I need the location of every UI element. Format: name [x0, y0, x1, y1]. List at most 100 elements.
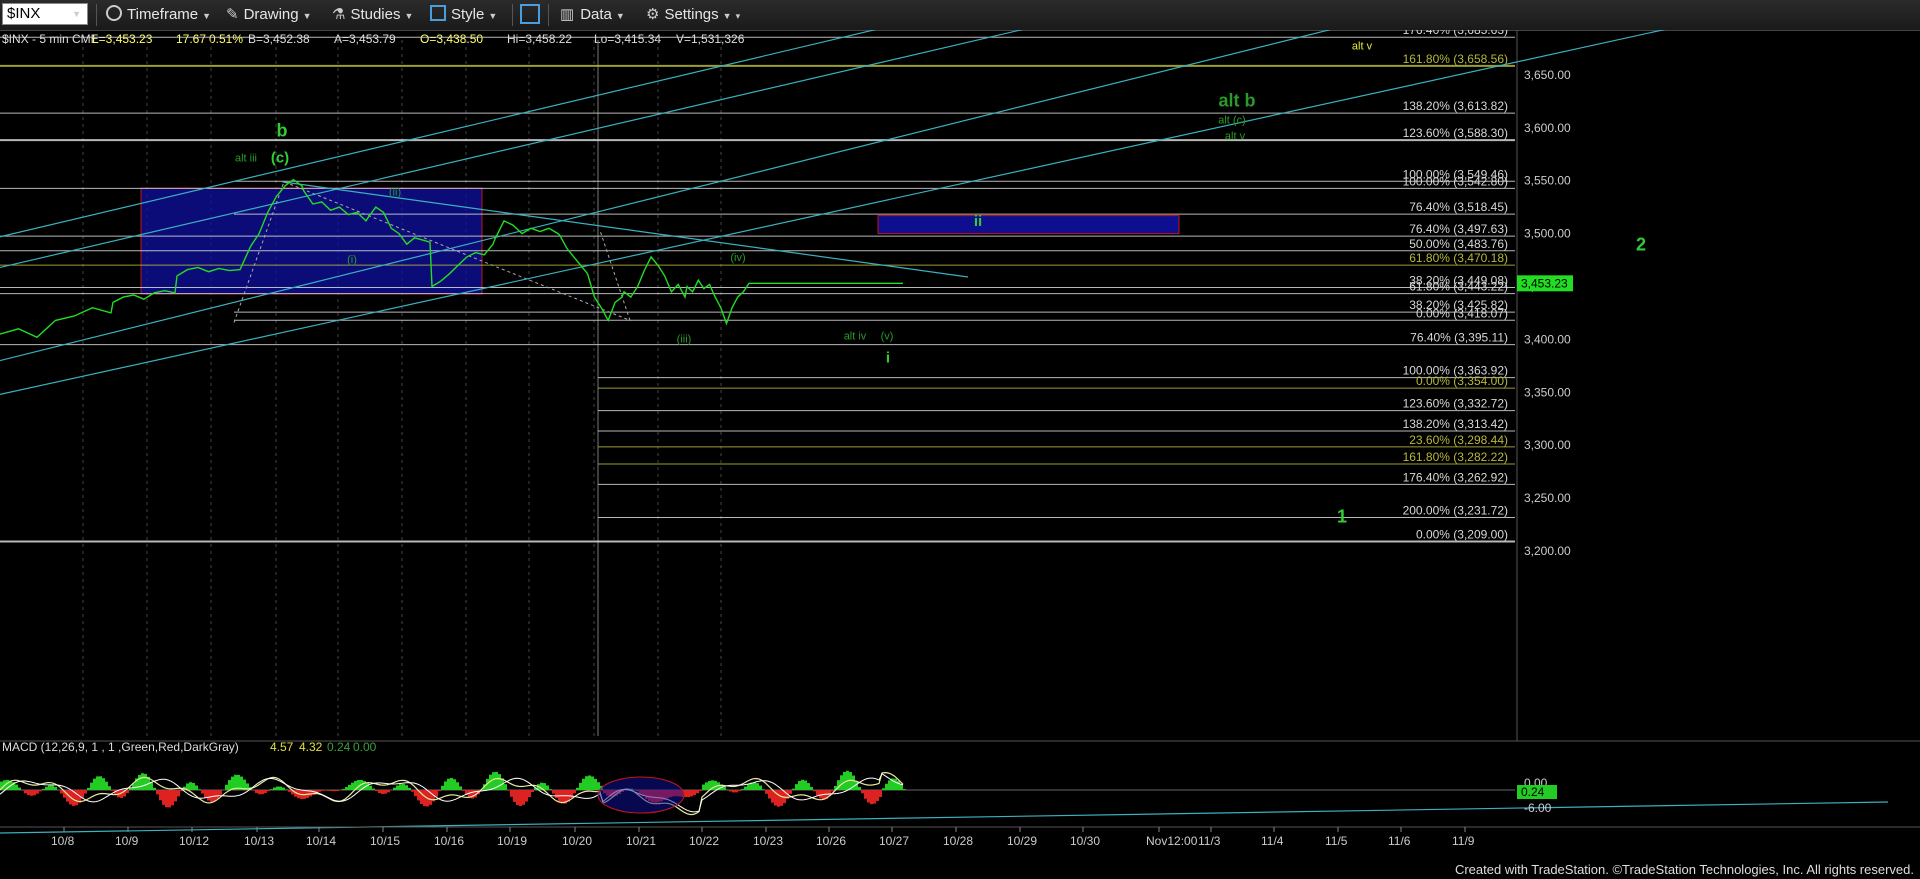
price-tick-label: 3,550.00: [1524, 174, 1571, 188]
header-high: Hi=3,458.22: [507, 32, 572, 46]
toolbar-divider: [96, 4, 97, 26]
macd-histogram-bar: [30, 790, 33, 796]
macd-histogram-bar: [357, 779, 360, 790]
wave-label: b: [277, 120, 288, 140]
macd-histogram-bar: [510, 790, 513, 797]
fib-label: 176.40% (3,262.92): [1403, 470, 1508, 484]
macd-histogram-bar: [591, 776, 594, 790]
macd-histogram-bar: [555, 790, 558, 799]
time-tick-label: 10/9: [115, 834, 139, 848]
macd-histogram-bar: [456, 782, 459, 790]
symbol-text: $INX: [7, 5, 41, 22]
timeframe-label: Timeframe: [127, 6, 199, 23]
time-tick-label: 11/9: [1452, 834, 1475, 848]
header-symbol: $INX - 5 min CME: [2, 32, 99, 46]
macd-histogram-bar: [729, 790, 732, 792]
macd-histogram-bar: [51, 785, 54, 790]
macd-histogram-bar: [840, 775, 843, 790]
style-menu[interactable]: Style ▼: [430, 4, 497, 26]
macd-histogram-bar: [18, 787, 21, 790]
macd-histogram-bar: [687, 790, 690, 798]
studies-menu[interactable]: ⚗ Studies ▼: [332, 4, 413, 26]
fib-label: 76.40% (3,497.63): [1409, 222, 1508, 236]
macd-value: 0.24: [327, 740, 351, 754]
macd-histogram-bar: [759, 785, 762, 790]
drawing-menu[interactable]: ✎ Drawing ▼: [226, 4, 312, 26]
macd-histogram-bar: [252, 790, 255, 791]
time-tick-label: 10/16: [434, 834, 464, 848]
time-tick-label: 10/13: [244, 834, 274, 848]
macd-histogram-bar: [225, 784, 228, 790]
macd-histogram-bar: [267, 790, 270, 792]
fib-label: 176.40% (3,685.63): [1403, 30, 1508, 37]
time-tick-label: 10/15: [370, 834, 400, 848]
fib-label: 100.00% (3,542.80): [1403, 174, 1508, 188]
macd-histogram-bar: [393, 787, 396, 790]
macd-histogram-bar: [108, 786, 111, 790]
macd-value: 4.57: [270, 740, 294, 754]
time-tick-label: 10/28: [943, 834, 973, 848]
macd-histogram-bar: [744, 786, 747, 790]
time-tick-label: 10/14: [306, 834, 336, 848]
macd-histogram-bar: [588, 775, 591, 790]
macd-histogram-bar: [60, 790, 63, 794]
macd-histogram-bar: [75, 790, 78, 806]
wave-label: alt b: [1218, 91, 1255, 111]
data-menu[interactable]: ▥ Data ▼: [560, 4, 625, 26]
macd-histogram-bar: [219, 790, 222, 795]
time-tick-label: 10/8: [51, 834, 75, 848]
timeframe-menu[interactable]: Timeframe ▼: [106, 4, 211, 26]
macd-histogram-bar: [216, 790, 219, 799]
macd-histogram-bar: [414, 790, 417, 797]
wave-label: alt (c): [1218, 115, 1246, 127]
bar-chart-icon: ▥: [560, 6, 575, 23]
symbol-input[interactable]: $INX ▼: [2, 3, 88, 25]
time-tick-label: 10/23: [753, 834, 783, 848]
macd-histogram-bar: [864, 790, 867, 799]
wave-label: (ii): [389, 187, 401, 199]
macd-histogram-bar: [330, 790, 333, 792]
wave-ii-target-box: [877, 215, 1180, 235]
fib-label: 23.60% (3,298.44): [1409, 433, 1508, 447]
macd-histogram-bar: [255, 790, 258, 794]
macd-histogram-bar: [531, 790, 534, 793]
fib-label: 76.40% (3,395.11): [1410, 331, 1508, 345]
settings-label: Settings: [664, 6, 719, 23]
settings-menu[interactable]: ⚙ Settings ▼ ▾: [646, 4, 740, 26]
macd-histogram-bar: [162, 790, 165, 805]
macd-histogram-bar: [831, 790, 834, 792]
macd-histogram-bar: [48, 785, 51, 790]
time-tick-label: 11/4: [1261, 834, 1284, 848]
macd-histogram-bar: [282, 787, 285, 790]
macd-histogram-bar: [735, 790, 738, 793]
macd-histogram-bar: [15, 784, 18, 790]
macd-histogram-bar: [765, 790, 768, 794]
macd-histogram-bar: [327, 790, 330, 791]
macd-histogram-bar: [762, 789, 765, 790]
macd-histogram-bar: [570, 790, 573, 799]
wave-label: (iii): [677, 334, 692, 346]
macd-histogram-bar: [39, 790, 42, 792]
macd-histogram-bar: [801, 779, 804, 790]
price-tick-label: 3,350.00: [1524, 385, 1571, 399]
fib-label: 0.00% (3,354.00): [1416, 374, 1508, 388]
wave-label: i: [886, 350, 890, 367]
macd-histogram-bar: [195, 785, 198, 790]
header-last: L=3,453.23: [92, 32, 153, 46]
header-open: O=3,438.50: [420, 32, 483, 46]
macd-histogram-bar: [582, 778, 585, 790]
macd-histogram-bar: [549, 789, 552, 790]
macd-histogram-bar: [546, 785, 549, 790]
macd-histogram-bar: [714, 780, 717, 790]
time-tick-label: 10/30: [1070, 834, 1100, 848]
price-chart[interactable]: $INX - 5 min CMEL=3,453.23 17.67 0.51% B=3,…: [0, 30, 1920, 879]
macd-histogram-bar: [168, 790, 171, 808]
macd-histogram-bar: [396, 785, 399, 790]
time-tick-label: 10/26: [816, 834, 846, 848]
macd-histogram-bar: [690, 790, 693, 797]
header-volume: V=1,531,326: [676, 32, 745, 46]
window-layout-button[interactable]: [520, 4, 540, 26]
macd-histogram-bar: [597, 782, 600, 790]
wave-label: (c): [271, 150, 289, 167]
price-tick-label: 3,200.00: [1524, 544, 1571, 558]
